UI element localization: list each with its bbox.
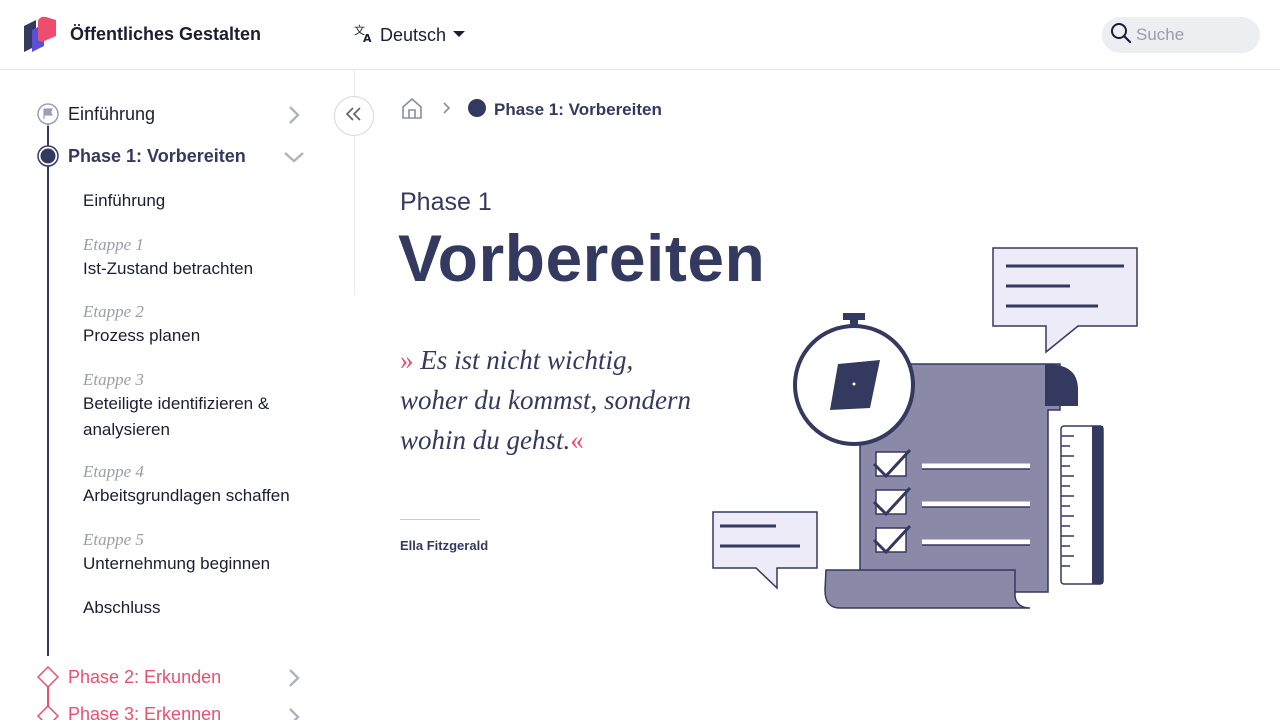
nav-timeline	[47, 126, 49, 656]
phase-current-icon	[37, 145, 59, 167]
sidebar-item-label: Phase 1: Vorbereiten	[68, 145, 246, 166]
sidebar-subitem-stage-4[interactable]: Etappe 4 Arbeitsgrundlagen schaffen	[83, 461, 323, 509]
sidebar-item-label: Einführung	[68, 103, 156, 124]
search-input[interactable]	[1136, 25, 1254, 45]
sidebar-subitem-kicker: Etappe 5	[83, 530, 144, 549]
sidebar-subitem-stage-1[interactable]: Etappe 1 Ist-Zustand betrachten	[83, 234, 323, 282]
language-selector[interactable]: 文 A Deutsch	[354, 22, 466, 48]
quote-text: Es ist nicht wichtig, woher du kommst, s…	[400, 345, 691, 455]
sidebar-subitem-kicker: Etappe 4	[83, 462, 144, 481]
brand-logo-icon[interactable]	[22, 16, 58, 54]
sidebar-subitem-label: Abschluss	[83, 598, 161, 617]
quote-divider	[400, 519, 480, 520]
sidebar-item-label: Phase 3: Erkennen	[68, 704, 222, 720]
breadcrumb-separator-icon	[442, 101, 452, 119]
brand-name[interactable]: Öffentliches Gestalten	[70, 24, 261, 45]
sidebar-subitem-label: Ist-Zustand betrachten	[83, 259, 254, 278]
preparation-illustration	[700, 240, 1150, 620]
sidebar-item-label: Phase 2: Erkunden	[68, 666, 222, 687]
caret-down-icon	[452, 26, 466, 44]
sidebar-subitem-label: Beteiligte identifizieren & analysieren	[83, 394, 270, 439]
sidebar-subitem-label: Unternehmung beginnen	[83, 554, 271, 573]
sidebar-item-phase-2[interactable]: Phase 2: Erkunden	[0, 661, 330, 693]
top-header: Öffentliches Gestalten 文 A Deutsch	[0, 0, 1280, 70]
chat-bubble-icon	[712, 511, 818, 590]
sidebar-subitem-label: Prozess planen	[83, 326, 201, 345]
diamond-icon	[36, 704, 60, 720]
diamond-icon	[36, 665, 60, 689]
sidebar-subitem-stage-2[interactable]: Etappe 2 Prozess planen	[83, 301, 323, 349]
sidebar-subitem-label: Arbeitsgrundlagen schaffen	[83, 486, 290, 505]
breadcrumb-current: Phase 1: Vorbereiten	[494, 100, 662, 119]
svg-text:A: A	[363, 32, 372, 43]
translate-icon: 文 A	[354, 23, 374, 48]
quote-author: Ella Fitzgerald	[400, 538, 489, 553]
sidebar-subitem-closing[interactable]: Abschluss	[83, 595, 323, 621]
chevron-right-icon	[284, 707, 304, 720]
page-kicker: Phase 1	[400, 188, 492, 216]
sidebar-subitem-intro[interactable]: Einführung	[83, 188, 323, 214]
double-chevron-left-icon	[345, 106, 363, 126]
chevron-right-icon	[284, 668, 304, 688]
search-box[interactable]	[1102, 17, 1260, 53]
sidebar-item-intro[interactable]: Einführung	[0, 98, 330, 130]
sidebar-item-phase-1[interactable]: Phase 1: Vorbereiten	[0, 140, 330, 172]
breadcrumb: Phase 1: Vorbereiten	[400, 96, 662, 124]
sidebar-subitem-kicker: Etappe 3	[83, 370, 144, 389]
stopwatch-icon	[793, 313, 915, 446]
quote-close-mark: «	[570, 425, 584, 455]
sidebar-subitem-label: Einführung	[83, 191, 166, 210]
sidebar-item-phase-3[interactable]: Phase 3: Erkennen	[0, 700, 330, 720]
home-icon[interactable]	[400, 96, 424, 125]
language-label: Deutsch	[380, 24, 447, 45]
chevron-down-icon	[284, 147, 304, 167]
quote-open-mark: »	[400, 345, 414, 375]
collapse-sidebar-button[interactable]	[334, 96, 374, 136]
chevron-right-icon	[284, 105, 304, 125]
sidebar-subitem-stage-3[interactable]: Etappe 3 Beteiligte identifizieren & ana…	[83, 369, 323, 443]
speech-bubble-icon	[992, 247, 1138, 354]
quote: » Es ist nicht wichtig, woher du kommst,…	[400, 340, 700, 460]
sidebar-subitem-stage-5[interactable]: Etappe 5 Unternehmung beginnen	[83, 529, 323, 577]
sidebar-subitem-kicker: Etappe 2	[83, 302, 144, 321]
search-icon	[1110, 22, 1132, 49]
phase-dot-icon	[468, 98, 486, 122]
ruler-icon	[1060, 425, 1104, 585]
sidebar-subitem-kicker: Etappe 1	[83, 235, 144, 254]
flag-icon	[37, 103, 59, 125]
